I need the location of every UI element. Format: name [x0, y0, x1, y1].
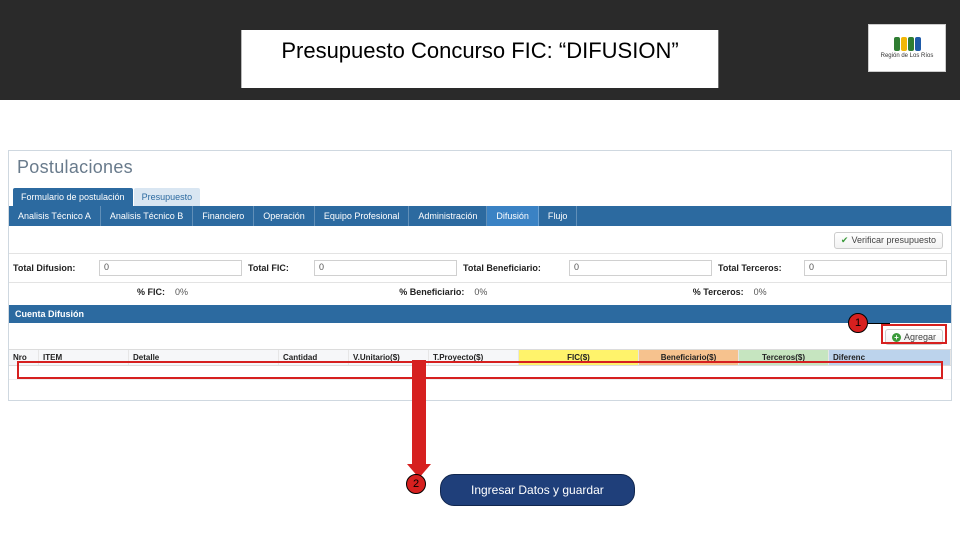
lbl-total-difusion: Total Difusion:	[13, 263, 93, 273]
col-fic: FIC($)	[519, 350, 639, 365]
col-nro: Nro	[9, 350, 39, 365]
sub-tabs: Analisis Técnico A Analisis Técnico B Fi…	[9, 206, 951, 226]
val-total-benef: 0	[569, 260, 712, 276]
page-title: Presupuesto Concurso FIC: “DIFUSION”	[281, 38, 678, 64]
region-logo: Región de Los Ríos	[868, 24, 946, 72]
connector-1	[868, 323, 890, 324]
col-detalle: Detalle	[129, 350, 279, 365]
slide-header: Presupuesto Concurso FIC: “DIFUSION” Reg…	[0, 0, 960, 100]
callout-2: 2	[406, 474, 426, 494]
col-item: ITEM	[39, 350, 129, 365]
add-row: Agregar	[9, 323, 951, 349]
lbl-total-terc: Total Terceros:	[718, 263, 798, 273]
subtab-financiero[interactable]: Financiero	[193, 206, 254, 226]
col-terceros: Terceros($)	[739, 350, 829, 365]
val-pct-terc: 0%	[750, 287, 947, 297]
subtab-flujo[interactable]: Flujo	[539, 206, 578, 226]
table-row	[9, 366, 951, 380]
table-header: Nro ITEM Detalle Cantidad V.Unitario($) …	[9, 349, 951, 366]
val-pct-benef: 0%	[470, 287, 667, 297]
col-benef: Beneficiario($)	[639, 350, 739, 365]
col-tproyecto: T.Proyecto($)	[429, 350, 519, 365]
tab-formulario[interactable]: Formulario de postulación	[13, 188, 133, 206]
section-title: Postulaciones	[9, 151, 951, 188]
subtab-admin[interactable]: Administración	[409, 206, 487, 226]
val-total-difusion: 0	[99, 260, 242, 276]
action-ingresar-guardar: Ingresar Datos y guardar	[440, 474, 635, 506]
callout-1: 1	[848, 313, 868, 333]
lbl-total-benef: Total Beneficiario:	[463, 263, 563, 273]
col-diferencia: Diferenc	[829, 350, 951, 365]
add-button[interactable]: Agregar	[885, 329, 943, 345]
col-cantidad: Cantidad	[279, 350, 349, 365]
totals-row: Total Difusion: 0 Total FIC: 0 Total Ben…	[9, 254, 951, 283]
lbl-pct-terc: % Terceros:	[674, 287, 744, 297]
logo-caption: Región de Los Ríos	[881, 53, 934, 59]
arrow-to-action	[412, 360, 426, 468]
subtab-analisis-b[interactable]: Analisis Técnico B	[101, 206, 193, 226]
verify-button[interactable]: Verificar presupuesto	[834, 232, 943, 249]
lbl-pct-benef: % Beneficiario:	[374, 287, 464, 297]
main-tabs: Formulario de postulación Presupuesto	[9, 188, 951, 206]
subtab-difusion[interactable]: Difusión	[487, 206, 539, 226]
val-pct-fic: 0%	[171, 287, 368, 297]
tab-presupuesto[interactable]: Presupuesto	[134, 188, 201, 206]
lbl-total-fic: Total FIC:	[248, 263, 308, 273]
val-total-fic: 0	[314, 260, 457, 276]
val-total-terc: 0	[804, 260, 947, 276]
lbl-pct-fic: % FIC:	[105, 287, 165, 297]
subtab-operacion[interactable]: Operación	[254, 206, 315, 226]
percent-row: % FIC: 0% % Beneficiario: 0% % Terceros:…	[9, 283, 951, 305]
subtab-analisis-a[interactable]: Analisis Técnico A	[9, 206, 101, 226]
band-title: Cuenta Difusión	[9, 305, 951, 323]
verify-row: Verificar presupuesto	[9, 226, 951, 254]
logo-glyph	[894, 37, 921, 51]
app-screenshot: Postulaciones Formulario de postulación …	[8, 150, 952, 401]
subtab-equipo[interactable]: Equipo Profesional	[315, 206, 410, 226]
title-cutout: Presupuesto Concurso FIC: “DIFUSION”	[241, 30, 718, 88]
